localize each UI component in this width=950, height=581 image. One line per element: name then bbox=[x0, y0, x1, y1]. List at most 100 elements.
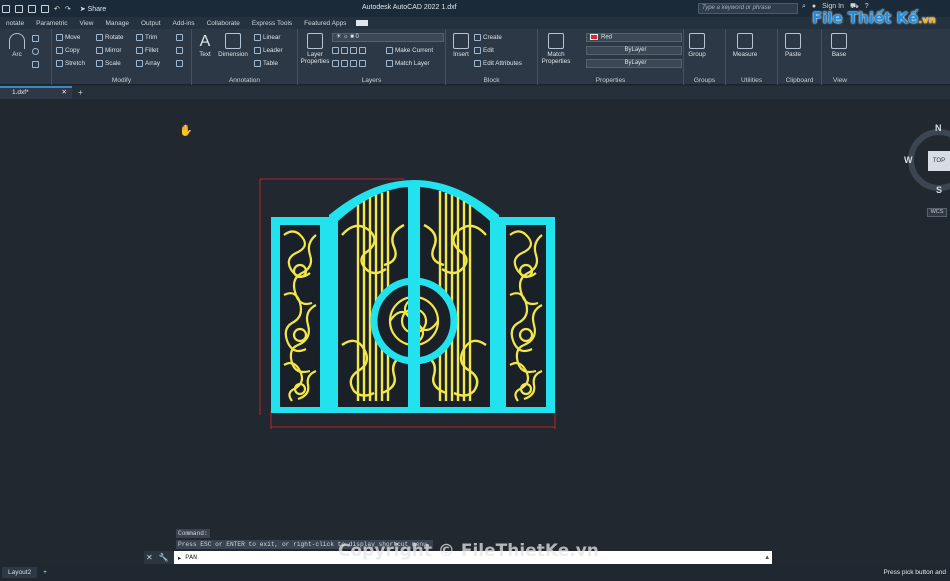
dimension-button[interactable]: Dimension bbox=[216, 33, 250, 58]
tab-parametric[interactable]: Parametric bbox=[30, 20, 73, 27]
linear-button[interactable]: Linear bbox=[254, 34, 281, 41]
clipboard-panel-title[interactable]: Clipboard bbox=[778, 77, 821, 84]
view-panel: Base View bbox=[822, 29, 858, 85]
match-layer-button[interactable]: Match Layer bbox=[386, 60, 430, 67]
edit-attributes-button[interactable]: Edit Attributes bbox=[474, 60, 522, 67]
rectangle-button[interactable] bbox=[32, 35, 39, 42]
print-icon[interactable] bbox=[41, 4, 49, 13]
modify-panel: Move Rotate Trim Copy Mirror Fillet Stre… bbox=[52, 29, 192, 85]
layer-properties-button[interactable]: Layer Properties bbox=[300, 33, 330, 65]
explode-icon bbox=[176, 47, 183, 54]
scale-button[interactable]: Scale bbox=[96, 60, 121, 67]
redo-icon[interactable]: ↷ bbox=[65, 5, 71, 13]
close-command-line-icon[interactable]: ✕ bbox=[146, 553, 153, 562]
stretch-button[interactable]: Stretch bbox=[56, 60, 85, 67]
save-icon[interactable] bbox=[15, 4, 23, 13]
layers-panel-title[interactable]: Layers bbox=[298, 77, 445, 84]
explode-button[interactable] bbox=[176, 47, 183, 54]
trim-button[interactable]: Trim bbox=[136, 34, 157, 41]
new-tab-icon[interactable]: + bbox=[78, 88, 83, 97]
measure-button[interactable]: Measure bbox=[728, 33, 762, 58]
table-button[interactable]: Table bbox=[254, 60, 278, 67]
array-button[interactable]: Array bbox=[136, 60, 160, 67]
text-button[interactable]: A Text bbox=[196, 33, 214, 58]
rotate-button[interactable]: Rotate bbox=[96, 34, 124, 41]
search-input[interactable]: Type a keyword or phrase bbox=[698, 3, 798, 14]
customize-icon[interactable]: 🔧 bbox=[159, 553, 169, 562]
tab-layout2[interactable]: Layout2 bbox=[2, 567, 38, 578]
layer-freeze-icon bbox=[350, 47, 357, 54]
edit-block-button[interactable]: Edit bbox=[474, 47, 494, 54]
paste-button[interactable]: Paste bbox=[780, 33, 806, 58]
tab-annotate[interactable]: notate bbox=[0, 20, 30, 27]
hatch-button[interactable] bbox=[32, 61, 39, 68]
layer-tools-row-2[interactable] bbox=[332, 60, 366, 67]
ribbon-toggle-icon[interactable] bbox=[356, 20, 369, 26]
lineweight-dropdown[interactable]: ByLayer bbox=[586, 59, 682, 68]
tab-express-tools[interactable]: Express Tools bbox=[246, 20, 298, 27]
modify-panel-title[interactable]: Modify bbox=[52, 77, 191, 84]
properties-panel-title[interactable]: Properties bbox=[538, 77, 683, 84]
share-button[interactable]: ➤ Share bbox=[80, 5, 107, 13]
tab-add-ins[interactable]: Add-ins bbox=[167, 20, 201, 27]
arc-button[interactable]: Arc bbox=[6, 33, 28, 58]
copy-button[interactable]: Copy bbox=[56, 47, 80, 54]
erase-button[interactable] bbox=[176, 34, 183, 41]
tab-output[interactable]: Output bbox=[135, 20, 167, 27]
compass-west[interactable]: W bbox=[904, 155, 913, 165]
save-as-icon[interactable] bbox=[28, 4, 36, 13]
linear-label: Linear bbox=[263, 34, 281, 41]
edit-block-icon bbox=[474, 47, 481, 54]
leader-button[interactable]: Leader bbox=[254, 47, 283, 54]
move-button[interactable]: Move bbox=[56, 34, 80, 41]
tab-manage[interactable]: Manage bbox=[100, 20, 136, 27]
ellipse-button[interactable] bbox=[32, 48, 39, 55]
undo-icon[interactable]: ↶ bbox=[54, 5, 60, 13]
insert-button[interactable]: Insert bbox=[450, 33, 472, 58]
tab-collaborate[interactable]: Collaborate bbox=[201, 20, 246, 27]
make-current-button[interactable]: Make Current bbox=[386, 47, 433, 54]
layer-tools-row-1[interactable] bbox=[332, 47, 366, 54]
dimension-label: Dimension bbox=[218, 51, 248, 58]
compass-south[interactable]: S bbox=[936, 185, 942, 195]
chevron-up-icon[interactable]: ▲ bbox=[765, 554, 769, 561]
color-dropdown[interactable]: Red bbox=[586, 33, 682, 42]
color-value: Red bbox=[601, 34, 613, 41]
linetype-dropdown[interactable]: ByLayer bbox=[586, 46, 682, 55]
block-panel-title[interactable]: Block bbox=[446, 77, 537, 84]
view-panel-title[interactable]: View bbox=[822, 77, 858, 84]
offset-button[interactable] bbox=[176, 60, 183, 67]
group-icon bbox=[689, 33, 705, 49]
search-icon[interactable]: ⌕ bbox=[802, 3, 806, 11]
command-history-line-1: Command: bbox=[176, 529, 210, 538]
open-icon[interactable] bbox=[2, 4, 10, 13]
fillet-label: Fillet bbox=[145, 47, 159, 54]
stretch-icon bbox=[56, 60, 63, 67]
tab-featured-apps[interactable]: Featured Apps bbox=[298, 20, 352, 27]
document-tab[interactable]: 1.dxf* ✕ bbox=[0, 86, 72, 99]
paste-label: Paste bbox=[784, 51, 802, 58]
compass-north[interactable]: N bbox=[935, 123, 942, 133]
groups-panel-title[interactable]: Groups bbox=[684, 77, 725, 84]
mirror-button[interactable]: Mirror bbox=[96, 47, 121, 54]
rotate-icon bbox=[96, 34, 103, 41]
layer-dropdown[interactable]: ☀ ☼ ■ 0 bbox=[332, 33, 444, 42]
add-layout-icon[interactable]: + bbox=[43, 569, 47, 576]
close-icon[interactable]: ✕ bbox=[62, 88, 67, 98]
wcs-menu[interactable]: WCS bbox=[927, 208, 947, 217]
draw-panel: Arc bbox=[0, 29, 52, 85]
create-block-button[interactable]: Create bbox=[474, 34, 502, 41]
leader-label: Leader bbox=[263, 47, 283, 54]
utilities-panel-title[interactable]: Utilities bbox=[726, 77, 777, 84]
measure-label: Measure bbox=[732, 51, 758, 58]
viewcube-top-face[interactable]: TOP bbox=[928, 151, 950, 171]
tab-view[interactable]: View bbox=[74, 20, 100, 27]
base-button[interactable]: Base bbox=[826, 33, 852, 58]
fillet-button[interactable]: Fillet bbox=[136, 47, 158, 54]
match-properties-label: Match Properties bbox=[541, 51, 571, 65]
group-button[interactable]: Group bbox=[686, 33, 708, 58]
annotation-panel-title[interactable]: Annotation bbox=[192, 77, 297, 84]
match-properties-icon bbox=[548, 33, 564, 49]
match-properties-button[interactable]: Match Properties bbox=[540, 33, 572, 65]
viewcube[interactable]: TOP N W S bbox=[904, 123, 950, 195]
